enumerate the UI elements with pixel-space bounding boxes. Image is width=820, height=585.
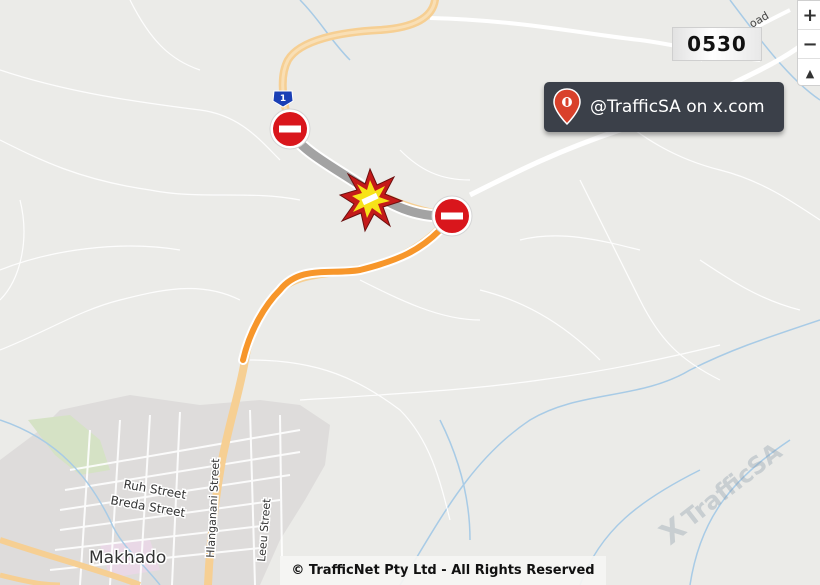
zoom-out-button[interactable]: − <box>798 30 820 59</box>
route-shield-number: 1 <box>280 94 286 104</box>
congestion-segment-inner <box>240 227 443 363</box>
location-pin-icon <box>553 88 581 126</box>
watermark-text: TrafficSA <box>676 437 788 533</box>
town-label: Makhado <box>89 548 166 568</box>
no-entry-icon[interactable] <box>269 108 311 150</box>
zoom-in-button[interactable]: + <box>798 1 820 30</box>
social-handle-text: @TrafficSA on x.com <box>590 97 765 117</box>
no-entry-icon[interactable] <box>431 195 473 237</box>
copyright-notice: © TrafficNet Pty Ltd - All Rights Reserv… <box>280 556 606 585</box>
n1-route-center <box>281 0 437 121</box>
zoom-control: + − ▲ <box>797 0 820 86</box>
social-handle-banner: @TrafficSA on x.com <box>544 82 784 132</box>
route-shield: 1 <box>272 90 294 108</box>
time-badge: 0530 <box>672 27 762 61</box>
reset-north-button[interactable]: ▲ <box>798 59 820 87</box>
